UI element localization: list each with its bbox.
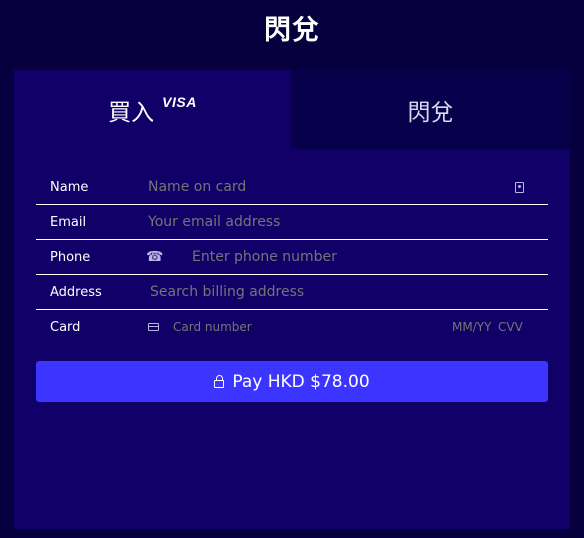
phone-row: Phone ☎︎ <box>36 240 548 275</box>
name-row: Name <box>36 170 548 205</box>
address-row: Address <box>36 275 548 310</box>
card-row: Card <box>36 310 548 344</box>
name-input[interactable] <box>146 178 490 196</box>
phone-globe-icon[interactable]: ☎︎ <box>146 249 163 265</box>
name-label: Name <box>50 179 89 195</box>
email-input[interactable] <box>146 213 530 231</box>
tab-buy-label: 買入 <box>108 99 155 126</box>
tab-swap-label: 閃兌 <box>407 99 454 126</box>
visa-logo: VISA <box>162 93 197 110</box>
tab-swap[interactable]: 閃兌 <box>291 70 570 149</box>
card-expiry-input[interactable] <box>450 319 498 335</box>
phone-input[interactable] <box>190 248 524 266</box>
lock-icon <box>214 374 225 388</box>
checkout-panel: 買入 VISA 閃兌 Name Email Phone ☎︎ Address C… <box>14 70 570 529</box>
card-number-input[interactable] <box>171 319 375 335</box>
tab-bar: 買入 VISA 閃兌 <box>14 70 570 149</box>
pay-button-label: Pay HKD $78.00 <box>232 371 370 392</box>
address-input[interactable] <box>148 283 532 301</box>
credit-card-icon <box>148 323 159 331</box>
page-title: 閃兌 <box>264 15 320 46</box>
email-row: Email <box>36 205 548 240</box>
payment-form: Name Email Phone ☎︎ Address Card <box>36 170 548 344</box>
card-cvv-input[interactable] <box>496 319 540 335</box>
contact-card-icon[interactable] <box>515 181 524 193</box>
pay-button[interactable]: Pay HKD $78.00 <box>36 361 548 402</box>
card-label: Card <box>50 319 81 335</box>
phone-label: Phone <box>50 249 91 265</box>
address-label: Address <box>50 284 102 300</box>
email-label: Email <box>50 214 87 230</box>
tab-buy[interactable]: 買入 VISA <box>14 70 291 149</box>
